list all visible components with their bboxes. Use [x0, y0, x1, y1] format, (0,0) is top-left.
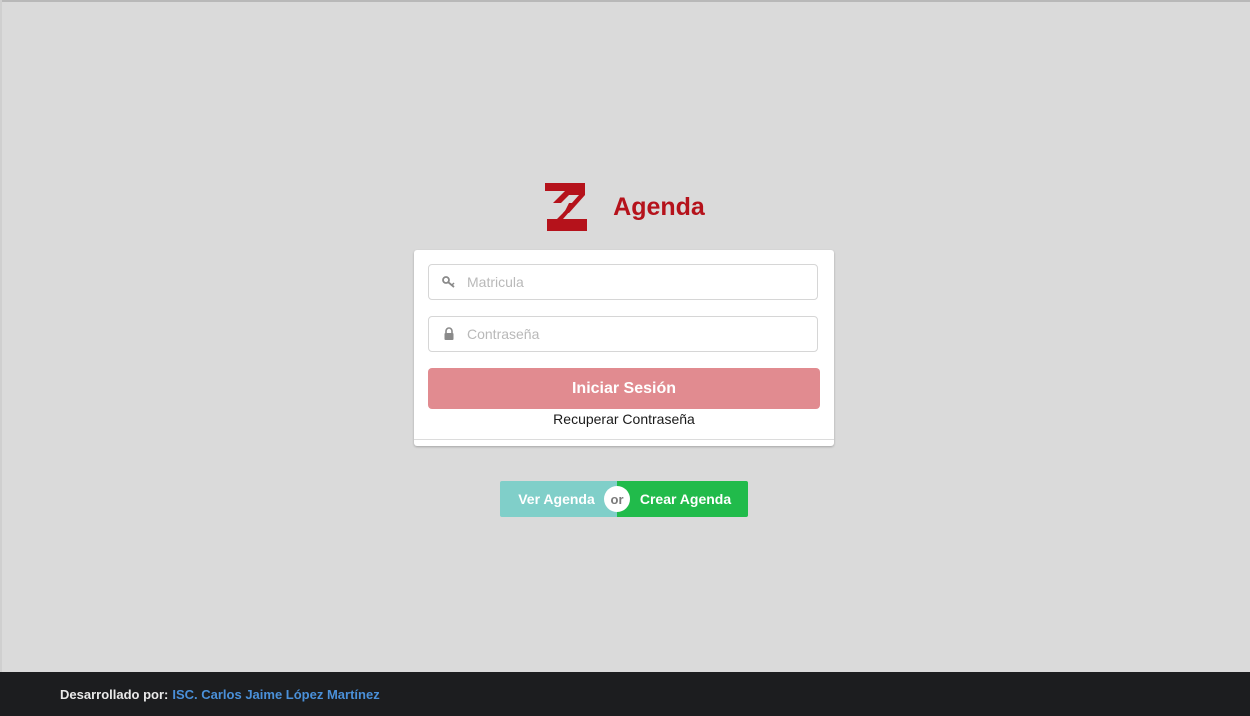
lock-icon [441, 326, 457, 342]
window-top-border [0, 0, 1250, 2]
brand-header: Agenda [0, 181, 1250, 233]
recover-password-link[interactable]: Recuperar Contraseña [414, 411, 834, 427]
agenda-button-group: Ver Agenda Crear Agenda or [500, 481, 748, 517]
password-field[interactable] [428, 316, 818, 352]
view-agenda-button[interactable]: Ver Agenda [500, 481, 617, 517]
matricula-input[interactable] [467, 274, 797, 290]
z-logo-icon [545, 183, 588, 231]
window-left-border [0, 0, 2, 672]
create-agenda-button[interactable]: Crear Agenda [617, 481, 748, 517]
footer-credit-label: Desarrollado por: [60, 686, 169, 702]
or-divider-badge: or [604, 486, 630, 512]
brand-lockup: Agenda [545, 183, 705, 231]
footer-author-link[interactable]: ISC. Carlos Jaime López Martínez [172, 687, 379, 702]
matricula-field[interactable] [428, 264, 818, 300]
login-card: Iniciar Sesión Recuperar Contraseña [414, 250, 834, 446]
login-button[interactable]: Iniciar Sesión [428, 368, 820, 409]
page-footer: Desarrollado por: ISC. Carlos Jaime Lópe… [0, 672, 1250, 716]
app-title: Agenda [613, 192, 705, 221]
password-input[interactable] [467, 326, 797, 342]
key-icon [441, 274, 457, 290]
card-divider [414, 439, 834, 440]
